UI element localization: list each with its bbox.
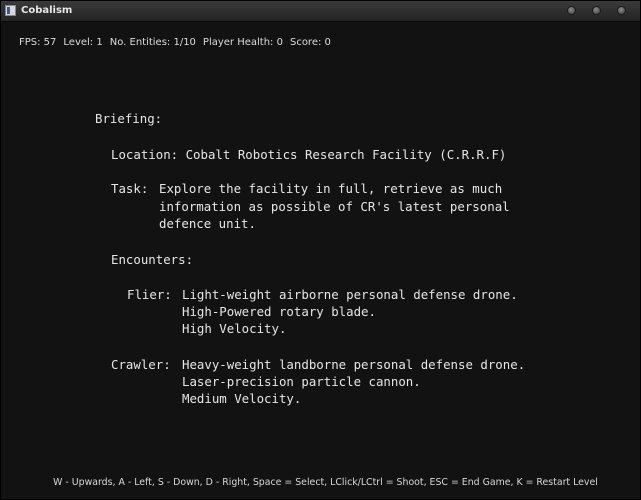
task-line: defence unit. bbox=[159, 216, 256, 231]
flier-line: High-Powered rotary blade. bbox=[182, 304, 376, 319]
score-readout: Score: 0 bbox=[289, 37, 331, 48]
game-window: Cobalism FPS: 57 Level: 1 No. Entities: 1/… bbox=[0, 0, 641, 500]
health-readout: Player Health: 0 bbox=[202, 37, 283, 48]
entities-readout: No. Entities: 1/10 bbox=[109, 37, 196, 48]
hud-stats: FPS: 57 Level: 1 No. Entities: 1/10 Player … bbox=[19, 37, 338, 48]
crawler-line: Laser-precision particle cannon. bbox=[182, 374, 421, 389]
location-text: Location: Cobalt Robotics Research Facil… bbox=[111, 147, 507, 162]
task-label: Task: bbox=[111, 181, 149, 196]
flier-line: High Velocity. bbox=[182, 321, 287, 336]
flier-label: Flier: bbox=[127, 287, 172, 302]
level-readout: Level: 1 bbox=[63, 37, 103, 48]
task-line: information as possible of CR's latest p… bbox=[159, 199, 510, 214]
maximize-button[interactable] bbox=[592, 6, 601, 15]
encounters-heading: Encounters: bbox=[111, 252, 194, 267]
flier-line: Light-weight airborne personal defense d… bbox=[182, 287, 518, 302]
briefing-heading: Briefing: bbox=[95, 111, 163, 126]
crawler-line: Heavy-weight landborne personal defense … bbox=[182, 357, 526, 372]
controls-hint: W - Upwards, A - Left, S - Down, D - Rig… bbox=[53, 477, 598, 488]
crawler-line: Medium Velocity. bbox=[182, 391, 302, 406]
crawler-label: Crawler: bbox=[111, 357, 171, 372]
briefing-panel: Briefing: Location: Cobalt Robotics Rese… bbox=[1, 1, 525, 406]
close-button[interactable] bbox=[617, 6, 626, 15]
title-bar[interactable]: Cobalism bbox=[1, 1, 640, 22]
minimize-button[interactable] bbox=[567, 6, 576, 15]
task-line: Explore the facility in full, retrieve a… bbox=[159, 181, 503, 196]
